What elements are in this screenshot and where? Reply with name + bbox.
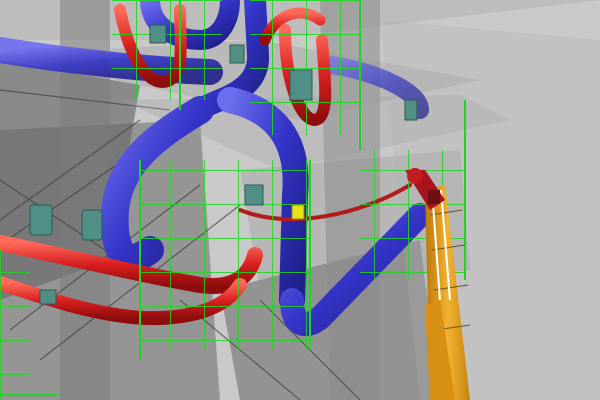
plant-model-canvas bbox=[0, 0, 600, 400]
